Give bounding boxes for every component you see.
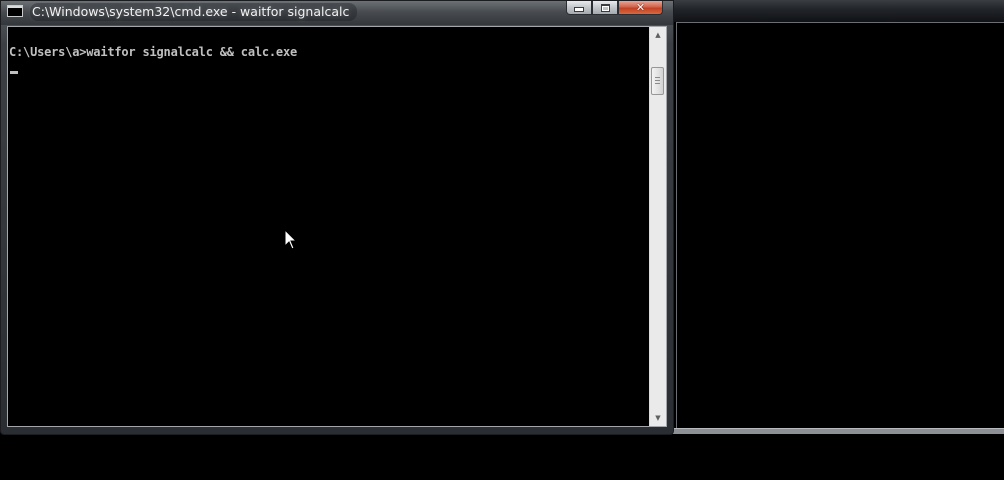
up-arrow-icon: ▲ — [655, 30, 661, 39]
console-client-area: C:\Users\a>waitfor signalcalc && calc.ex… — [7, 26, 667, 427]
close-button[interactable]: ✕ — [618, 1, 663, 15]
close-icon: ✕ — [635, 0, 646, 14]
background-window — [672, 0, 1004, 434]
vertical-scrollbar[interactable]: ▲ ▼ — [649, 27, 666, 426]
background-window-client — [676, 22, 1004, 430]
background-window-bottom-border — [672, 428, 1004, 434]
scrollbar-thumb[interactable] — [651, 67, 664, 95]
cmd-window: C:\Windows\system32\cmd.exe - waitfor si… — [0, 0, 674, 435]
desktop: C:\Windows\system32\cmd.exe - waitfor si… — [0, 0, 1004, 480]
down-arrow-icon: ▼ — [655, 413, 661, 422]
cmd-icon[interactable] — [7, 5, 23, 17]
maximize-button[interactable] — [592, 1, 618, 15]
text-cursor — [10, 71, 18, 74]
console-output[interactable]: C:\Users\a>waitfor signalcalc && calc.ex… — [9, 27, 650, 426]
minimize-button[interactable] — [566, 1, 592, 15]
window-controls: ✕ — [566, 1, 663, 15]
minimize-icon — [574, 7, 584, 12]
background-window-titlebar — [672, 0, 1004, 22]
window-title: C:\Windows\system32\cmd.exe - waitfor si… — [30, 3, 358, 21]
maximize-icon — [600, 3, 610, 12]
console-line: C:\Users\a>waitfor signalcalc && calc.ex… — [9, 45, 298, 59]
scroll-up-button[interactable]: ▲ — [650, 27, 666, 43]
scroll-down-button[interactable]: ▼ — [650, 410, 666, 426]
